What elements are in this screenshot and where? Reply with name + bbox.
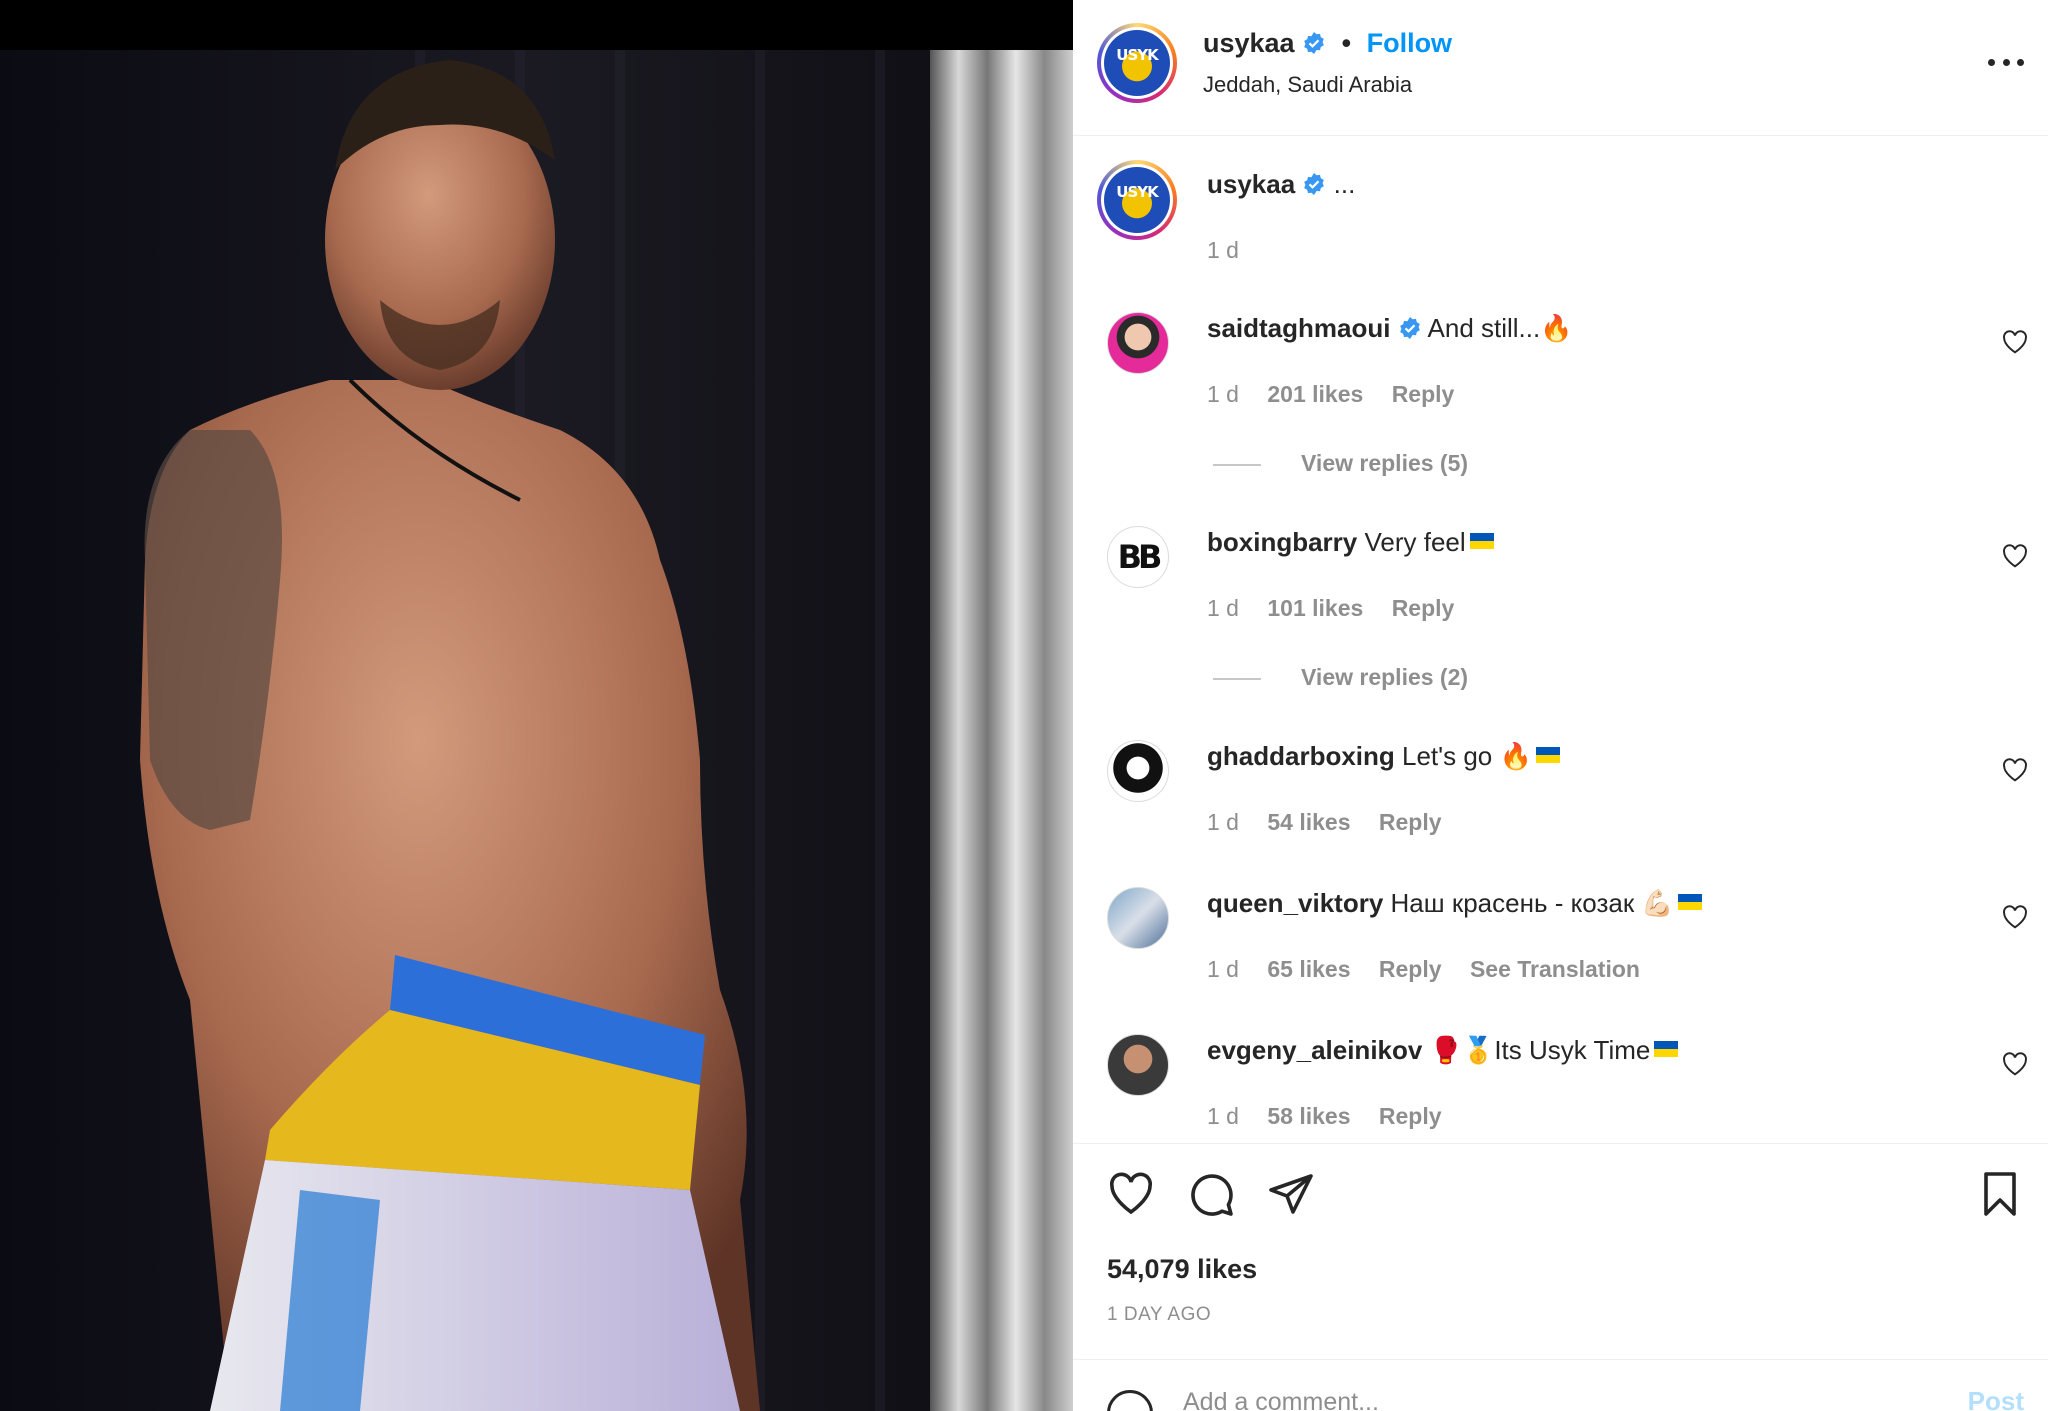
- comment-text: 🥊🥇Its Usyk Time: [1429, 1035, 1651, 1065]
- comment-text: Very feel: [1364, 527, 1466, 557]
- comment-time[interactable]: 1 d: [1207, 956, 1239, 982]
- post-photo[interactable]: [0, 0, 1073, 1411]
- follow-button[interactable]: Follow: [1367, 28, 1452, 58]
- separator-dot: •: [1341, 28, 1352, 58]
- verified-badge-icon: [1304, 173, 1325, 195]
- comment-likes[interactable]: 54 likes: [1267, 809, 1350, 835]
- verified-badge-icon: [1304, 32, 1324, 54]
- post-comment-button[interactable]: Post: [1968, 1386, 2024, 1411]
- reply-button[interactable]: Reply: [1379, 1103, 1442, 1129]
- like-count[interactable]: 54,079 likes: [1107, 1254, 1257, 1285]
- add-comment-bar: Post: [1073, 1359, 2048, 1411]
- comment-meta: 1 d 54 likes Reply: [1207, 809, 1464, 836]
- comment-text: Let's go 🔥: [1402, 741, 1532, 771]
- comment-icon[interactable]: [1187, 1170, 1235, 1218]
- comment-likes[interactable]: 65 likes: [1267, 956, 1350, 982]
- view-replies-button[interactable]: View replies (2): [1213, 664, 1468, 691]
- more-options-icon[interactable]: [1988, 50, 2024, 74]
- comment-heart-icon[interactable]: [2002, 758, 2028, 782]
- share-icon[interactable]: [1267, 1170, 1315, 1218]
- ukraine-flag-icon: [1677, 894, 1702, 910]
- comment-likes[interactable]: 101 likes: [1267, 595, 1363, 621]
- post-dialog: usykaa • Follow Jeddah, Saudi Arabia usy…: [0, 0, 2048, 1411]
- comment-time[interactable]: 1 d: [1207, 381, 1239, 407]
- comment-avatar[interactable]: [1107, 887, 1169, 949]
- comment-line: ghaddarboxing Let's go 🔥: [1207, 741, 1560, 772]
- post-timestamp[interactable]: 1 DAY AGO: [1107, 1304, 1211, 1326]
- comment-likes[interactable]: 201 likes: [1267, 381, 1363, 407]
- comments-list[interactable]: usykaa ... 1 d saidtaghmaoui And still..…: [1073, 137, 2048, 1143]
- ukraine-flag-icon: [1469, 533, 1494, 549]
- comment-meta: 1 d 201 likes Reply: [1207, 381, 1476, 408]
- ukraine-flag-icon: [1535, 747, 1560, 763]
- comment-line: boxingbarry Very feel: [1207, 527, 1494, 558]
- reply-button[interactable]: Reply: [1379, 809, 1442, 835]
- caption-time[interactable]: 1 d: [1207, 237, 1239, 263]
- comment-heart-icon[interactable]: [2002, 905, 2028, 929]
- post-actions: 54,079 likes 1 DAY AGO: [1073, 1143, 2048, 1359]
- view-replies-button[interactable]: View replies (5): [1213, 450, 1468, 477]
- author-username[interactable]: usykaa: [1203, 28, 1295, 58]
- post-location[interactable]: Jeddah, Saudi Arabia: [1203, 72, 1412, 98]
- comment-time[interactable]: 1 d: [1207, 1103, 1239, 1129]
- post-side-panel: usykaa • Follow Jeddah, Saudi Arabia usy…: [1073, 0, 2048, 1411]
- comment-line: evgeny_aleinikov 🥊🥇Its Usyk Time: [1207, 1035, 1679, 1066]
- caption-username[interactable]: usykaa: [1207, 169, 1295, 199]
- comment-meta: 1 d 101 likes Reply: [1207, 595, 1476, 622]
- comment-heart-icon[interactable]: [2002, 330, 2028, 354]
- author-line: usykaa • Follow: [1203, 28, 1452, 59]
- comment-time[interactable]: 1 d: [1207, 809, 1239, 835]
- comment-avatar[interactable]: [1107, 740, 1169, 802]
- reply-button[interactable]: Reply: [1392, 595, 1455, 621]
- comment-avatar[interactable]: BB: [1107, 526, 1169, 588]
- comment-time[interactable]: 1 d: [1207, 595, 1239, 621]
- comment-text: And still...🔥: [1427, 313, 1573, 343]
- comment-username[interactable]: queen_viktory: [1207, 888, 1383, 918]
- emoji-icon[interactable]: [1107, 1390, 1153, 1411]
- comment-input[interactable]: [1183, 1382, 1883, 1411]
- verified-badge-icon: [1399, 317, 1420, 339]
- comment-avatar[interactable]: [1107, 312, 1169, 374]
- post-header: usykaa • Follow Jeddah, Saudi Arabia: [1073, 0, 2048, 136]
- bb-logo-icon: BB: [1117, 538, 1163, 576]
- comment-username[interactable]: boxingbarry: [1207, 527, 1357, 557]
- comment-avatar[interactable]: [1107, 1034, 1169, 1096]
- comment-heart-icon[interactable]: [2002, 1052, 2028, 1076]
- comment-meta: 1 d 65 likes Reply See Translation: [1207, 956, 1662, 983]
- reply-button[interactable]: Reply: [1392, 381, 1455, 407]
- caption-text: ...: [1333, 169, 1356, 199]
- caption-avatar[interactable]: [1097, 160, 1177, 240]
- reply-button[interactable]: Reply: [1379, 956, 1442, 982]
- comment-username[interactable]: evgeny_aleinikov: [1207, 1035, 1422, 1065]
- boxer-photo: [0, 0, 1073, 1411]
- comment-likes[interactable]: 58 likes: [1267, 1103, 1350, 1129]
- heart-icon[interactable]: [1107, 1170, 1155, 1218]
- caption-line: usykaa ...: [1207, 169, 1355, 200]
- comment-text: Наш красень - козак 💪🏻: [1390, 888, 1674, 918]
- comment-heart-icon[interactable]: [2002, 544, 2028, 568]
- comment-meta: 1 d 58 likes Reply: [1207, 1103, 1464, 1130]
- see-translation-button[interactable]: See Translation: [1470, 956, 1640, 982]
- ukraine-flag-icon: [1654, 1041, 1679, 1057]
- comment-line: queen_viktory Наш красень - козак 💪🏻: [1207, 888, 1702, 919]
- comment-username[interactable]: ghaddarboxing: [1207, 741, 1395, 771]
- author-avatar[interactable]: [1097, 23, 1177, 103]
- caption-meta: 1 d: [1207, 237, 1261, 264]
- comment-username[interactable]: saidtaghmaoui: [1207, 313, 1390, 343]
- comment-line: saidtaghmaoui And still...🔥: [1207, 313, 1573, 344]
- bookmark-icon[interactable]: [1976, 1170, 2024, 1218]
